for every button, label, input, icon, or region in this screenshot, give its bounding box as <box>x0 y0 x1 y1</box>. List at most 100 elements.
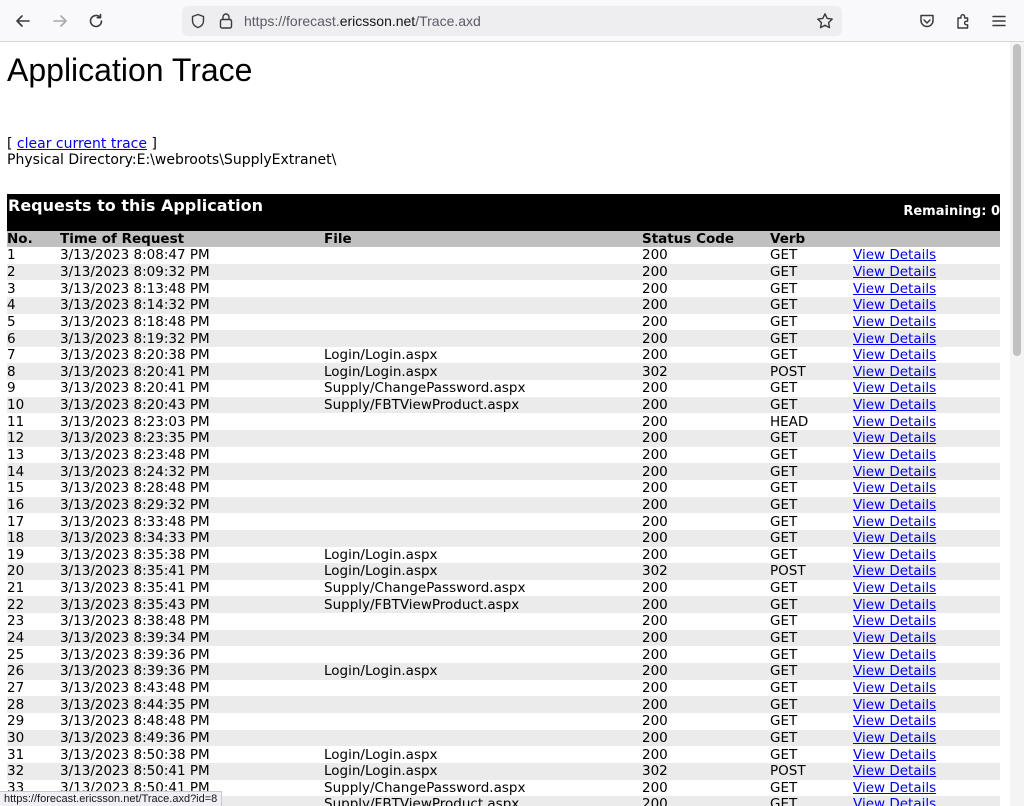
view-details-link[interactable]: View Details <box>853 514 936 530</box>
cell-number: 9 <box>7 380 60 397</box>
view-details-link[interactable]: View Details <box>853 763 936 779</box>
cell-verb: GET <box>770 596 853 614</box>
cell-verb: GET <box>770 513 853 530</box>
view-details-link[interactable]: View Details <box>853 414 936 430</box>
view-details-link[interactable]: View Details <box>853 680 936 696</box>
cell-verb: GET <box>770 263 853 281</box>
view-details-link[interactable]: View Details <box>853 480 936 496</box>
cell-time: 3/13/2023 8:34:33 PM <box>60 529 324 547</box>
clear-current-trace-link[interactable]: clear current trace <box>17 136 147 152</box>
view-details-link[interactable]: View Details <box>853 630 936 646</box>
scrollbar-thumb[interactable] <box>1013 44 1021 356</box>
view-details-link[interactable]: View Details <box>853 597 936 613</box>
view-details-link[interactable]: View Details <box>853 647 936 663</box>
lock-icon[interactable] <box>218 12 234 34</box>
cell-time: 3/13/2023 8:28:48 PM <box>60 479 324 497</box>
extensions-button[interactable] <box>949 7 977 35</box>
view-details-link[interactable]: View Details <box>853 264 936 280</box>
cell-status: 302 <box>642 762 770 780</box>
cell-number: 16 <box>7 496 60 514</box>
menu-button[interactable] <box>985 7 1013 35</box>
view-details-link[interactable]: View Details <box>853 380 936 396</box>
url-bar[interactable]: https://forecast.ericsson.net/Trace.axd <box>182 6 842 36</box>
cell-details: View Details <box>853 746 1000 763</box>
view-details-link[interactable]: View Details <box>853 780 936 796</box>
back-button[interactable] <box>9 7 37 35</box>
vertical-scrollbar[interactable] <box>1010 42 1024 806</box>
cell-verb: GET <box>770 696 853 713</box>
table-row: 29 3/13/2023 8:48:48 PM 200 GET View Details <box>7 712 1000 730</box>
cell-verb: POST <box>770 363 853 381</box>
cell-details: View Details <box>853 563 1000 580</box>
pocket-button[interactable] <box>913 7 941 35</box>
tracking-protection-shield-icon[interactable] <box>190 13 206 33</box>
cell-file <box>324 712 642 730</box>
cell-number: 20 <box>7 563 60 580</box>
view-details-link[interactable]: View Details <box>853 364 936 380</box>
view-details-link[interactable]: View Details <box>853 663 936 679</box>
view-details-link[interactable]: View Details <box>853 547 936 563</box>
cell-verb: GET <box>770 579 853 597</box>
view-details-link[interactable]: View Details <box>853 747 936 763</box>
view-details-link[interactable]: View Details <box>853 796 936 806</box>
view-details-link[interactable]: View Details <box>853 530 936 546</box>
view-details-link[interactable]: View Details <box>853 314 936 330</box>
cell-file: Supply/ChangePassword.aspx <box>324 380 642 397</box>
cell-time: 3/13/2023 8:29:32 PM <box>60 496 324 514</box>
view-details-link[interactable]: View Details <box>853 730 936 746</box>
cell-number: 23 <box>7 613 60 630</box>
view-details-link[interactable]: View Details <box>853 613 936 629</box>
cell-status: 200 <box>642 729 770 747</box>
cell-file <box>324 479 642 497</box>
cell-details: View Details <box>853 579 1000 597</box>
view-details-link[interactable]: View Details <box>853 430 936 446</box>
cell-file: Login/Login.aspx <box>324 746 642 763</box>
cell-file: Login/Login.aspx <box>324 663 642 680</box>
view-details-link[interactable]: View Details <box>853 713 936 729</box>
view-details-link[interactable]: View Details <box>853 697 936 713</box>
view-details-link[interactable]: View Details <box>853 347 936 363</box>
cell-time: 3/13/2023 8:50:38 PM <box>60 746 324 763</box>
cell-number: 15 <box>7 479 60 497</box>
cell-number: 2 <box>7 263 60 281</box>
view-details-link[interactable]: View Details <box>853 247 936 263</box>
view-details-link[interactable]: View Details <box>853 497 936 513</box>
cell-number: 26 <box>7 663 60 680</box>
view-details-link[interactable]: View Details <box>853 464 936 480</box>
cell-file <box>324 313 642 331</box>
cell-details: View Details <box>853 446 1000 464</box>
cell-number: 28 <box>7 696 60 713</box>
cell-verb: GET <box>770 729 853 747</box>
view-details-link[interactable]: View Details <box>853 447 936 463</box>
cell-status: 200 <box>642 330 770 347</box>
reload-button[interactable] <box>82 7 110 35</box>
requests-header: Requests to this Application Remaining: … <box>7 194 1000 231</box>
cell-time: 3/13/2023 8:20:41 PM <box>60 363 324 381</box>
cell-file <box>324 529 642 547</box>
cell-file <box>324 430 642 447</box>
view-details-link[interactable]: View Details <box>853 397 936 413</box>
cell-details: View Details <box>853 513 1000 530</box>
url-text[interactable]: https://forecast.ericsson.net/Trace.axd <box>244 6 481 36</box>
cell-status: 200 <box>642 629 770 647</box>
clear-trace-line: [ clear current trace ] <box>7 136 157 152</box>
view-details-link[interactable]: View Details <box>853 580 936 596</box>
reload-icon <box>89 13 103 28</box>
cell-details: View Details <box>853 629 1000 647</box>
cell-file: Login/Login.aspx <box>324 762 642 780</box>
table-row: 11 3/13/2023 8:23:03 PM 200 HEAD View Detail… <box>7 413 1000 431</box>
cell-time: 3/13/2023 8:39:36 PM <box>60 663 324 680</box>
cell-file <box>324 463 642 480</box>
view-details-link[interactable]: View Details <box>853 563 936 579</box>
cell-time: 3/13/2023 8:20:43 PM <box>60 396 324 414</box>
view-details-link[interactable]: View Details <box>853 281 936 297</box>
url-prefix: https://forecast. <box>244 13 340 29</box>
view-details-link[interactable]: View Details <box>853 331 936 347</box>
view-details-link[interactable]: View Details <box>853 297 936 313</box>
cell-number: 29 <box>7 712 60 730</box>
cell-file <box>324 629 642 647</box>
cell-details: View Details <box>853 247 1000 264</box>
forward-button[interactable] <box>46 7 74 35</box>
bookmark-star-icon[interactable] <box>816 12 834 34</box>
cell-verb: GET <box>770 779 853 797</box>
